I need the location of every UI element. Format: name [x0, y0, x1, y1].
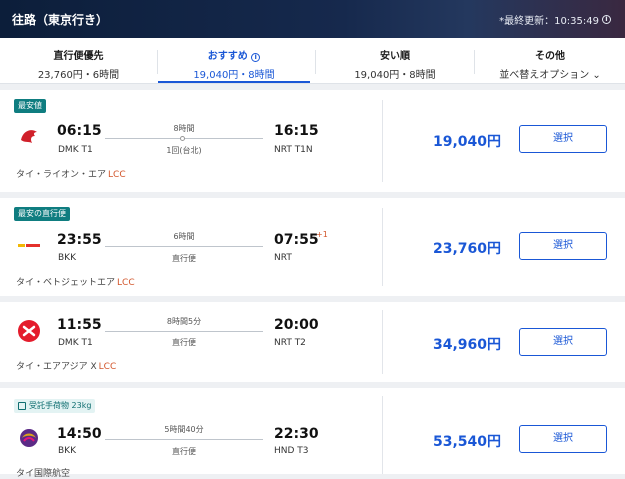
airline-name: タイ国際航空: [16, 469, 71, 479]
stopover-dot: [180, 136, 185, 141]
stops-info: 直行便: [172, 447, 196, 456]
select-button[interactable]: 選択: [519, 328, 607, 356]
tab-recommended[interactable]: おすすめ i 19,040円・8時間: [158, 38, 310, 84]
last-updated: *最終更新：10:35:49 i: [499, 12, 611, 27]
last-updated-text: *最終更新：10:35:49: [499, 16, 599, 27]
price: 23,760円: [432, 241, 501, 257]
chevron-down-icon: ⌄: [592, 70, 601, 81]
lcc-tag: LCC: [108, 170, 126, 180]
thai-airways-logo-icon: [20, 429, 38, 447]
tab-direct-first[interactable]: 直行便優先 23,760円・6時間: [0, 38, 157, 84]
baggage-badge: 受託手荷物 23kg: [14, 399, 96, 413]
flight-card[interactable]: 受託手荷物 23kg 14:50 BKK 5時間40分 直行便 22:30 HN…: [0, 388, 625, 479]
sort-tabs: 直行便優先 23,760円・6時間 おすすめ i 19,040円・8時間 安い順…: [0, 38, 625, 84]
tab-label: おすすめ i: [158, 47, 310, 62]
card-divider: [382, 208, 383, 286]
departure-time: 14:50: [57, 426, 102, 442]
departure-airport: DMK T1: [58, 145, 93, 155]
flight-duration: 5時間40分: [164, 425, 204, 434]
vietjet-logo-icon: [17, 243, 41, 248]
card-divider: [382, 396, 383, 474]
select-button[interactable]: 選択: [519, 425, 607, 453]
results-header: 往路（東京行き） *最終更新：10:35:49 i: [0, 0, 625, 38]
cheapest-direct-badge: 最安の直行便: [14, 207, 70, 221]
info-icon: i: [251, 53, 261, 62]
airline-name: タイ・ライオン・エア LCC: [16, 170, 126, 180]
select-button[interactable]: 選択: [519, 125, 607, 153]
tab-sub: 23,760円・6時間: [37, 70, 120, 81]
stops-info: 直行便: [172, 254, 196, 263]
arrival-airport: NRT T1N: [274, 145, 313, 155]
flight-card[interactable]: 11:55 DMK T1 8時間5分 直行便 20:00 NRT T2 タイ・エ…: [0, 302, 625, 382]
airline-name: タイ・エアアジア X LCC: [16, 362, 117, 372]
flight-card[interactable]: 最安の直行便 23:55 BKK 6時間 直行便 07:55 +1 NRT タイ…: [0, 198, 625, 296]
airline-name: タイ・ベトジェットエア LCC: [16, 278, 135, 288]
select-button[interactable]: 選択: [519, 232, 607, 260]
arrival-time: 20:00: [274, 317, 319, 333]
route-line: [105, 331, 263, 332]
next-day-indicator: +1: [316, 230, 328, 239]
departure-time: 06:15: [57, 123, 102, 139]
page-title: 往路（東京行き）: [12, 13, 109, 27]
arrival-airport: NRT T2: [274, 338, 306, 348]
flight-duration: 8時間5分: [166, 317, 202, 326]
thai-lion-air-logo-icon: [17, 125, 41, 149]
price: 34,960円: [432, 337, 501, 353]
cheapest-badge: 最安値: [14, 99, 46, 113]
departure-airport: BKK: [58, 253, 76, 263]
departure-time: 11:55: [57, 317, 102, 333]
flight-duration: 8時間: [173, 124, 195, 133]
flight-card[interactable]: 最安値 06:15 DMK T1 8時間 1回(台北) 16:15 NRT T1…: [0, 90, 625, 192]
departure-time: 23:55: [57, 232, 102, 248]
card-divider: [382, 310, 383, 374]
tab-label: その他: [535, 51, 565, 62]
lcc-tag: LCC: [98, 362, 117, 372]
departure-airport: DMK T1: [58, 338, 93, 348]
luggage-icon: [18, 402, 26, 410]
arrival-airport: HND T3: [274, 446, 309, 456]
arrival-time: 22:30: [274, 426, 319, 442]
card-divider: [382, 100, 383, 182]
route-line: [105, 246, 263, 247]
lcc-tag: LCC: [117, 278, 135, 288]
airasia-logo-icon: [18, 320, 40, 342]
info-icon[interactable]: i: [602, 15, 611, 24]
departure-airport: BKK: [58, 446, 76, 456]
flight-duration: 6時間: [173, 232, 195, 241]
tab-other[interactable]: その他 並べ替えオプション ⌄: [475, 38, 625, 84]
tab-cheapest[interactable]: 安い順 19,040円・8時間: [316, 38, 474, 84]
arrival-airport: NRT: [274, 253, 292, 263]
tab-label: 安い順: [380, 51, 410, 62]
route-line: [105, 439, 263, 440]
stops-info: 直行便: [172, 338, 196, 347]
arrival-time: 16:15: [274, 123, 319, 139]
sort-options-dropdown[interactable]: 並べ替えオプション ⌄: [475, 66, 625, 81]
price: 53,540円: [432, 434, 501, 450]
arrival-time: 07:55: [274, 232, 319, 248]
tab-sub: 19,040円・8時間: [354, 70, 436, 81]
tab-label: 直行便優先: [53, 51, 104, 62]
tab-sub: 19,040円・8時間: [193, 70, 275, 81]
stops-info: 1回(台北): [166, 146, 202, 155]
price: 19,040円: [432, 134, 501, 150]
